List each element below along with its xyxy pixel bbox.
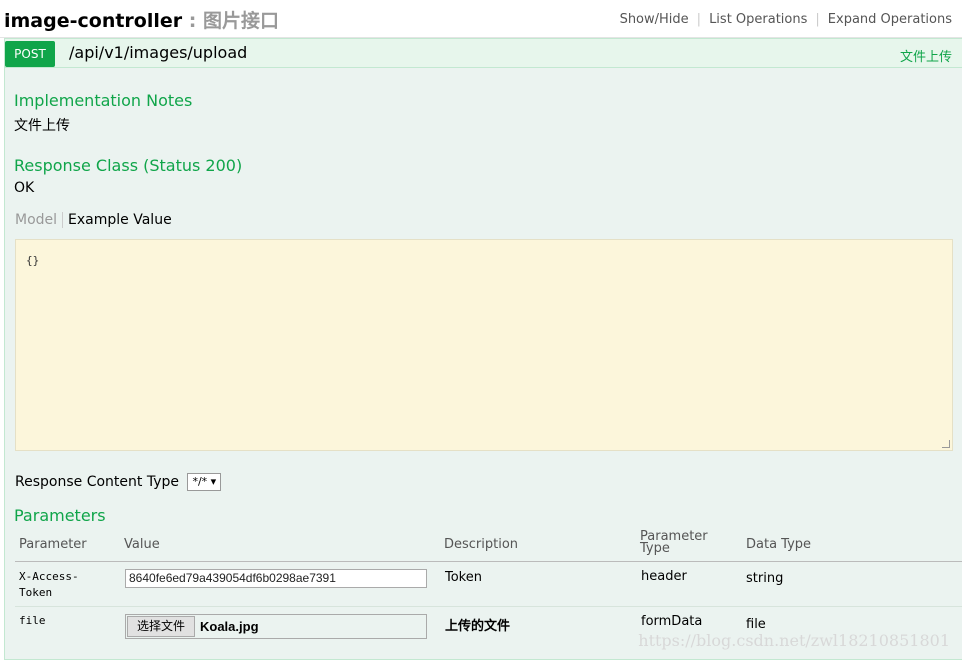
resource-ops: Show/Hide | List Operations | Expand Operati… [612, 12, 952, 27]
resource-title[interactable]: image-controller : 图片接口 [4, 6, 279, 33]
watermark-text: https://blog.csdn.net/zwl18210851801 [638, 631, 950, 650]
response-content-type: Response Content Type */* ▾ [15, 473, 222, 491]
selected-file-name: Koala.jpg [200, 619, 259, 634]
param-name-file: file [19, 614, 46, 627]
operation-heading[interactable]: POST /api/v1/images/upload 文件上传 [5, 39, 962, 68]
response-tabs: Model Example Value [15, 212, 172, 228]
column-header-parameter-type-line2: Type [640, 541, 670, 556]
param-data-type: file [746, 617, 766, 632]
controller-name[interactable]: image-controller [4, 10, 182, 32]
table-header-divider [15, 561, 962, 562]
column-header-parameter-type: Parameter Type [640, 530, 708, 556]
param-type: header [641, 569, 687, 584]
implementation-notes-heading: Implementation Notes [14, 91, 193, 110]
resize-grip-icon[interactable] [942, 440, 950, 448]
example-value-box[interactable]: {} [15, 239, 953, 451]
operation-summary[interactable]: 文件上传 [900, 46, 952, 65]
resource-header: image-controller : 图片接口 Show/Hide | List O… [0, 0, 962, 38]
title-separator: : [182, 10, 203, 32]
param-description: Token [445, 570, 482, 585]
file-upload-input[interactable]: 选择文件 Koala.jpg [125, 614, 427, 639]
column-header-value: Value [124, 537, 160, 552]
column-header-description: Description [444, 537, 519, 552]
response-content-type-label: Response Content Type [15, 474, 179, 490]
response-class-text: OK [14, 180, 35, 196]
param-name-line: X-Access- [19, 570, 79, 583]
tab-example-value[interactable]: Example Value [63, 212, 172, 228]
parameters-heading: Parameters [14, 506, 106, 525]
list-operations-link[interactable]: List Operations [701, 12, 815, 27]
http-method-badge[interactable]: POST [5, 41, 55, 67]
operation-path[interactable]: /api/v1/images/upload [69, 43, 247, 62]
x-access-token-input[interactable]: 8640fe6ed79a439054df6b0298ae7391 [125, 569, 427, 588]
column-header-data-type: Data Type [746, 537, 812, 552]
controller-description: 图片接口 [202, 10, 279, 32]
dropdown-arrow-icon: ▾ [210, 475, 217, 488]
example-value-text: {} [26, 254, 40, 267]
param-description: 上传的文件 [445, 619, 511, 634]
choose-file-button[interactable]: 选择文件 [127, 616, 195, 637]
param-data-type: string [746, 571, 784, 586]
param-name-line: Token [19, 586, 53, 599]
param-type: formData [641, 614, 703, 629]
select-value: */* [192, 475, 208, 488]
implementation-notes-text: 文件上传 [14, 118, 70, 134]
operation-block: POST /api/v1/images/upload 文件上传 Implemen… [4, 38, 962, 660]
tab-model[interactable]: Model [15, 212, 64, 228]
table-row-divider [15, 606, 962, 607]
response-content-type-select[interactable]: */* ▾ [187, 473, 222, 491]
response-class-heading: Response Class (Status 200) [14, 156, 243, 175]
column-header-parameter: Parameter [19, 537, 87, 552]
expand-operations-link[interactable]: Expand Operations [820, 12, 952, 27]
show-hide-link[interactable]: Show/Hide [612, 12, 697, 27]
param-name-x-access-token: X-Access- Token [19, 569, 79, 601]
